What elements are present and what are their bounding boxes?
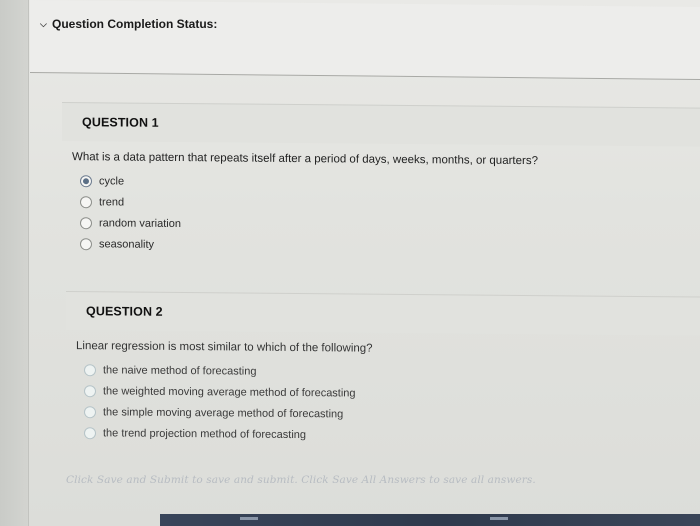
option-label: random variation bbox=[99, 216, 181, 230]
question-1-title: QUESTION 1 bbox=[82, 115, 159, 130]
status-label: Question Completion Status: bbox=[52, 17, 218, 31]
option-label: the weighted moving average method of fo… bbox=[103, 384, 356, 400]
question-2-body: Linear regression is most similar to whi… bbox=[66, 330, 700, 449]
question-1: QUESTION 1 What is a data pattern that r… bbox=[62, 102, 700, 260]
radio-icon[interactable] bbox=[80, 216, 92, 229]
radio-icon[interactable] bbox=[80, 195, 92, 208]
status-panel bbox=[30, 0, 700, 81]
save-submit-hint: Click Save and Submit to save and submit… bbox=[66, 474, 536, 486]
q1-option-seasonality[interactable]: seasonality bbox=[72, 233, 700, 260]
radio-selected-icon[interactable] bbox=[80, 174, 92, 187]
question-2-title: QUESTION 2 bbox=[86, 304, 163, 319]
question-2: QUESTION 2 Linear regression is most sim… bbox=[66, 291, 700, 449]
question-1-text: What is a data pattern that repeats itse… bbox=[72, 151, 538, 168]
option-label: seasonality bbox=[99, 237, 155, 251]
bottom-bar bbox=[160, 514, 700, 526]
option-label: cycle bbox=[99, 174, 125, 188]
radio-icon[interactable] bbox=[84, 426, 96, 439]
page: ⌵ Question Completion Status: QUESTION 1… bbox=[0, 0, 700, 526]
question-2-text: Linear regression is most similar to whi… bbox=[76, 340, 373, 355]
q2-option-trend-projection[interactable]: the trend projection method of forecasti… bbox=[76, 422, 700, 449]
radio-icon[interactable] bbox=[80, 237, 92, 250]
option-label: the trend projection method of forecasti… bbox=[103, 426, 307, 441]
radio-icon[interactable] bbox=[84, 363, 96, 376]
radio-icon[interactable] bbox=[84, 384, 96, 397]
option-label: the naive method of forecasting bbox=[103, 363, 257, 378]
option-label: trend bbox=[99, 195, 125, 209]
chevron-down-icon: ⌵ bbox=[40, 18, 47, 29]
question-2-header: QUESTION 2 bbox=[66, 291, 700, 336]
radio-icon[interactable] bbox=[84, 405, 96, 418]
option-label: the simple moving average method of fore… bbox=[103, 405, 344, 420]
bottom-bar-mark bbox=[240, 517, 258, 520]
question-1-body: What is a data pattern that repeats itse… bbox=[62, 141, 700, 260]
question-1-header: QUESTION 1 bbox=[62, 102, 700, 147]
question-completion-status-toggle[interactable]: ⌵ Question Completion Status: bbox=[40, 17, 217, 31]
bottom-bar-mark bbox=[490, 517, 508, 520]
left-rail bbox=[0, 0, 29, 526]
